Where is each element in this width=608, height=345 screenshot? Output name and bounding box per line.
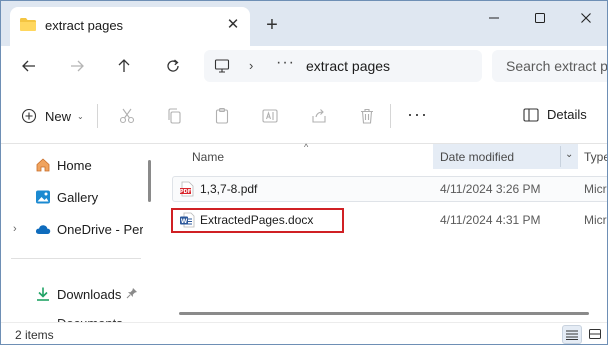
up-button[interactable]: [112, 55, 136, 77]
download-icon: [35, 286, 51, 302]
cut-button[interactable]: [116, 105, 138, 127]
toolbar-divider: [97, 104, 98, 128]
tiles-view-icon: [589, 329, 601, 339]
rename-button[interactable]: [259, 105, 281, 127]
tab-extract-pages[interactable]: extract pages ✕: [10, 7, 250, 46]
navigation-pane: Home Gallery › OneDrive - Personal Downl…: [1, 144, 159, 324]
refresh-button[interactable]: [161, 55, 185, 77]
rename-icon: [262, 109, 278, 123]
copy-icon: [168, 108, 181, 124]
item-count: 2 items: [15, 328, 54, 342]
file-date: 4/11/2024 4:31 PM: [440, 213, 541, 227]
arrow-up-icon: [118, 59, 130, 72]
arrow-right-icon: [71, 60, 84, 72]
navigation-bar: › ··· extract pages Search extract pages: [1, 46, 607, 86]
breadcrumb-chevron-icon[interactable]: ›: [249, 58, 253, 73]
details-view-button[interactable]: [562, 325, 582, 344]
sidebar-item-home[interactable]: Home: [1, 153, 151, 177]
new-tab-button[interactable]: +: [261, 14, 283, 36]
details-pane-button[interactable]: Details: [523, 107, 587, 122]
tab-title: extract pages: [45, 18, 124, 33]
breadcrumb-current-folder[interactable]: extract pages: [306, 58, 390, 74]
sidebar-item-downloads[interactable]: Downloads: [1, 282, 151, 306]
expand-chevron-icon[interactable]: ›: [13, 223, 17, 235]
address-bar[interactable]: › ··· extract pages: [204, 50, 482, 82]
column-filter-chevron-icon[interactable]: ⌄: [565, 149, 573, 160]
highlight-annotation-box: [171, 208, 344, 233]
sidebar-divider: [11, 258, 141, 259]
copy-button[interactable]: [163, 105, 185, 127]
sidebar-item-gallery[interactable]: Gallery: [1, 185, 151, 209]
more-options-button[interactable]: ···: [407, 104, 428, 125]
chevron-down-icon: ⌄: [77, 111, 84, 121]
breadcrumb-overflow[interactable]: ···: [276, 54, 295, 72]
forward-button[interactable]: [65, 55, 89, 77]
clipboard-icon: [215, 107, 229, 124]
cloud-icon: [35, 221, 51, 237]
sort-indicator-icon: ^: [304, 142, 309, 152]
folder-icon: [19, 17, 37, 32]
close-icon: [581, 13, 591, 23]
minimize-icon: [489, 17, 499, 19]
new-button[interactable]: New ⌄: [21, 105, 84, 127]
column-header-name[interactable]: Name: [192, 150, 224, 164]
gallery-icon: [35, 189, 51, 205]
plus-circle-icon: [21, 108, 37, 124]
sidebar-scrollbar[interactable]: [148, 160, 151, 202]
delete-button[interactable]: [356, 105, 378, 127]
file-type: Microsoft Edge PDF Document: [584, 182, 607, 196]
status-bar: 2 items: [1, 322, 607, 344]
maximize-button[interactable]: [517, 3, 563, 33]
share-icon: [312, 109, 326, 123]
sidebar-item-onedrive[interactable]: › OneDrive - Personal: [1, 217, 151, 241]
pdf-icon: PDF: [179, 181, 195, 197]
search-placeholder: Search extract pages: [506, 58, 608, 74]
maximize-icon: [535, 13, 545, 23]
sidebar-item-label: OneDrive - Personal: [57, 221, 143, 237]
arrow-left-icon: [22, 60, 35, 72]
share-button[interactable]: [308, 105, 330, 127]
new-button-label: New: [45, 108, 72, 124]
sidebar-item-label: Gallery: [57, 189, 99, 205]
pin-icon[interactable]: [126, 287, 138, 302]
search-input[interactable]: Search extract pages: [492, 50, 608, 82]
close-tab-icon[interactable]: ✕: [223, 15, 243, 35]
column-divider[interactable]: [560, 146, 561, 167]
scissors-icon: [119, 108, 135, 124]
command-toolbar: New ⌄ ··· Details: [1, 86, 607, 144]
file-row[interactable]: PDF 1,3,7-8.pdf 4/11/2024 3:26 PM Micros…: [172, 176, 607, 202]
toolbar-divider: [390, 104, 391, 128]
minimize-button[interactable]: [471, 3, 517, 33]
svg-text:PDF: PDF: [180, 189, 191, 195]
details-pane-icon: [523, 107, 539, 122]
column-header-date-modified[interactable]: Date modified: [440, 150, 514, 164]
file-type: Microsoft Word Document: [584, 213, 607, 227]
paste-button[interactable]: [211, 105, 233, 127]
horizontal-scrollbar[interactable]: [179, 312, 589, 315]
trash-icon: [361, 108, 373, 124]
file-date: 4/11/2024 3:26 PM: [440, 182, 541, 196]
close-window-button[interactable]: [563, 3, 607, 33]
file-name: 1,3,7-8.pdf: [200, 182, 258, 196]
sidebar-item-label: Home: [57, 157, 92, 173]
column-header-type[interactable]: Type: [584, 150, 607, 164]
file-explorer-window: extract pages ✕ + › ··· extract pages Se…: [0, 0, 608, 345]
file-list: ^ Name Date modified ⌄ Type PDF 1,3,7-8.…: [159, 142, 607, 322]
tiles-view-button[interactable]: [585, 325, 605, 344]
list-view-icon: [566, 330, 578, 340]
refresh-icon: [167, 59, 179, 72]
home-icon: [35, 157, 51, 173]
title-bar: extract pages ✕ +: [1, 1, 607, 46]
back-button[interactable]: [17, 55, 41, 77]
details-label: Details: [547, 107, 587, 122]
computer-icon[interactable]: [214, 58, 230, 77]
